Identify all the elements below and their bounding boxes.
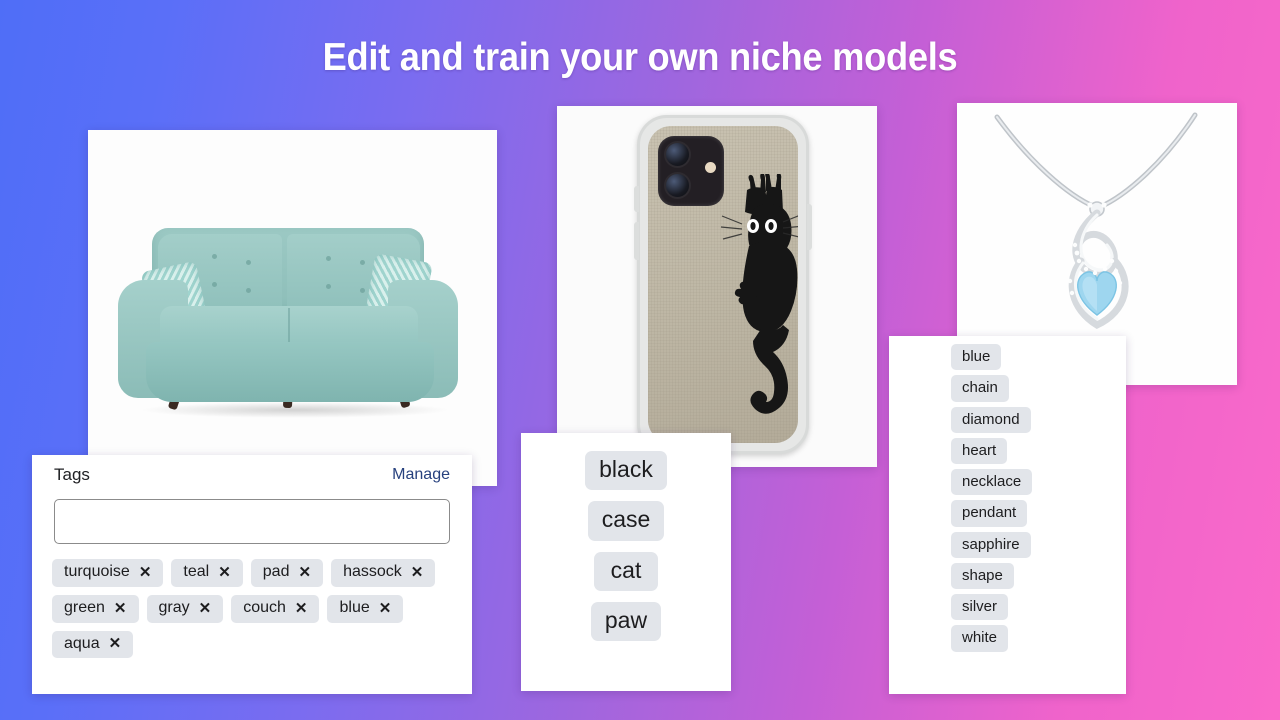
tags-panel-header: Tags Manage — [54, 465, 450, 491]
tag-chip-label: aqua — [64, 634, 100, 652]
tag-chip[interactable]: paw — [590, 601, 662, 642]
phone-device — [634, 115, 812, 454]
necklace-tag-list: blue chain diamond heart necklace pendan… — [951, 344, 1033, 652]
remove-tag-icon[interactable]: ✕ — [199, 601, 212, 616]
camera-lens-icon — [664, 141, 691, 168]
tag-chip-label: teal — [183, 563, 210, 580]
tag-chip[interactable]: heart — [951, 437, 1008, 464]
remove-tag-icon[interactable]: ✕ — [109, 636, 122, 651]
tag-chip[interactable]: teal ✕ — [171, 559, 243, 587]
sofa-tuft — [246, 260, 251, 265]
sofa-tuft — [212, 282, 217, 287]
remove-tag-icon[interactable]: ✕ — [298, 565, 311, 580]
tag-chip[interactable]: cat — [594, 551, 658, 591]
phone-power-button — [807, 204, 812, 250]
tag-chip[interactable]: diamond — [951, 406, 1031, 433]
tag-chip-label: green — [64, 598, 105, 616]
tag-chip[interactable]: chain — [951, 375, 1009, 402]
sofa-product-photo — [88, 130, 497, 486]
phone-case-tag-list: black case cat paw — [521, 451, 731, 642]
tag-chip[interactable]: aqua ✕ — [52, 630, 134, 659]
remove-tag-icon[interactable]: ✕ — [379, 601, 392, 616]
black-cat-illustration — [720, 174, 798, 414]
tag-chip[interactable]: hassock ✕ — [331, 559, 436, 587]
phone-volume-button — [634, 186, 639, 212]
tag-chip[interactable]: couch ✕ — [231, 594, 320, 623]
manage-tags-link[interactable]: Manage — [392, 466, 450, 484]
sofa-tuft — [326, 284, 331, 289]
tag-chip[interactable]: silver — [951, 594, 1009, 621]
remove-tag-icon[interactable]: ✕ — [218, 565, 231, 580]
tag-chip[interactable]: shape — [951, 562, 1014, 589]
sofa-tuft — [360, 288, 365, 293]
tag-chip-label: blue — [339, 598, 370, 616]
tag-chip[interactable]: pad ✕ — [250, 559, 324, 587]
sofa-tuft — [360, 260, 365, 265]
phone-case-photo — [557, 106, 877, 467]
tag-chip[interactable]: gray ✕ — [146, 594, 224, 623]
necklace-tags-panel: blue chain diamond heart necklace pendan… — [889, 336, 1126, 694]
sofa-tuft — [212, 254, 217, 259]
tags-label: Tags — [54, 465, 90, 484]
tag-chip[interactable]: turquoise ✕ — [52, 559, 164, 587]
phone-case-tags-panel: black case cat paw — [521, 433, 731, 691]
tag-chip-list: turquoise ✕ teal ✕ pad ✕ hassock ✕ green… — [52, 559, 456, 659]
tag-input[interactable] — [54, 499, 450, 544]
tag-chip[interactable]: sapphire — [951, 531, 1031, 558]
tag-chip-label: couch — [243, 598, 286, 616]
camera-module-icon — [658, 136, 724, 206]
tag-chip-label: gray — [158, 598, 190, 616]
sofa-product-image-card — [88, 130, 497, 486]
page-title: Edit and train your own niche models — [322, 36, 958, 79]
tag-chip[interactable]: green ✕ — [52, 594, 139, 623]
slide-canvas: Edit and train your own niche models Tag… — [0, 0, 1280, 720]
tag-chip[interactable]: blue ✕ — [327, 594, 404, 623]
phone-case-image-card — [557, 106, 877, 467]
tag-chip[interactable]: necklace — [951, 469, 1033, 496]
sofa-tuft — [326, 256, 331, 261]
tag-chip-label: hassock — [343, 563, 402, 580]
tag-chip[interactable]: white — [951, 625, 1009, 652]
remove-tag-icon[interactable]: ✕ — [411, 565, 424, 580]
tag-chip[interactable]: blue — [951, 344, 1002, 371]
remove-tag-icon[interactable]: ✕ — [139, 565, 152, 580]
camera-lens-icon — [664, 172, 691, 199]
tag-chip-label: pad — [262, 563, 290, 580]
sofa-base — [146, 342, 434, 402]
tag-chip[interactable]: case — [587, 501, 665, 541]
remove-tag-icon[interactable]: ✕ — [295, 601, 308, 616]
tag-chip[interactable]: black — [585, 451, 667, 491]
phone-case-back — [648, 126, 798, 443]
tag-chip[interactable]: pendant — [951, 500, 1028, 527]
sofa-tuft — [246, 288, 251, 293]
tags-panel: Tags Manage turquoise ✕ teal ✕ pad ✕ has… — [32, 455, 472, 694]
phone-volume-button — [634, 222, 639, 260]
camera-flash-icon — [705, 162, 716, 173]
tag-chip-label: turquoise — [64, 563, 130, 580]
remove-tag-icon[interactable]: ✕ — [114, 601, 127, 616]
